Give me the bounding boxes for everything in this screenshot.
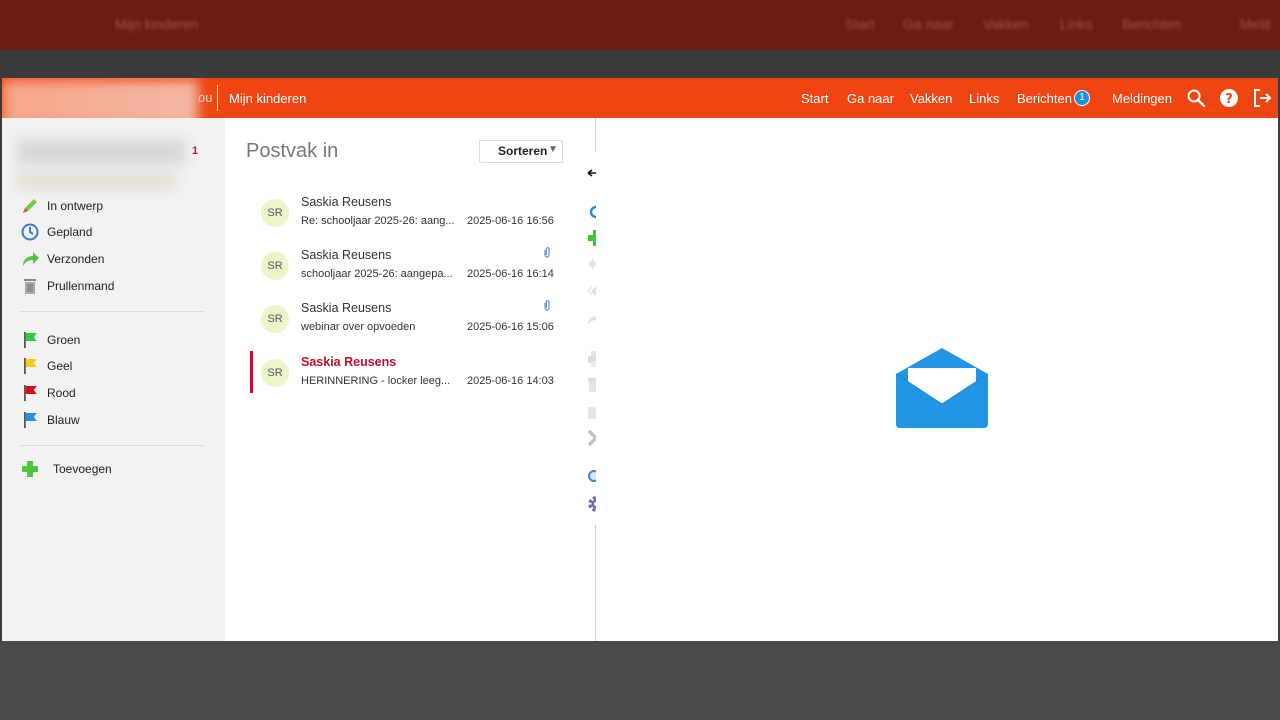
avatar: SR <box>261 359 289 387</box>
message-row[interactable]: SR Saskia Reusens webinar over opvoeden … <box>251 300 557 347</box>
flag-label: Geel <box>47 359 73 373</box>
top-navigation-bar: ou Mijn kinderen Start Ga naar Vakken Li… <box>2 78 1278 126</box>
message-subject: HERINNERING - locker leeg... <box>301 375 451 387</box>
message-row[interactable]: SR Saskia Reusens Re: schooljaar 2025-26… <box>251 195 557 241</box>
trash-icon <box>24 279 36 294</box>
blue-flag-icon <box>24 412 37 428</box>
folder-label: Verzonden <box>47 252 105 266</box>
message-subject: schooljaar 2025-26: aangepa... <box>301 268 453 280</box>
avatar: SR <box>261 305 289 333</box>
help-icon[interactable]: ? <box>1219 88 1239 108</box>
bg-nav-item: Vakken <box>983 16 1029 32</box>
nav-courses[interactable]: Vakken <box>910 91 952 106</box>
logo-text-tail: ou <box>198 90 213 105</box>
sort-dropdown[interactable]: Sorteren ▼ <box>479 140 563 163</box>
folder-label: Prullenmand <box>47 279 115 293</box>
avatar: SR <box>261 199 289 227</box>
search-icon[interactable] <box>1186 88 1206 108</box>
mail-app-window: ou Mijn kinderen Start Ga naar Vakken Li… <box>2 78 1278 641</box>
inbox-unread-count: 1 <box>192 145 199 157</box>
yellow-flag-icon <box>24 358 37 374</box>
mail-folders-sidebar: 1 In ontwerp Gepland Verzonden Prullenma… <box>2 118 225 641</box>
message-sender: Saskia Reusens <box>301 301 392 315</box>
plus-icon <box>22 461 38 477</box>
sent-arrow-icon <box>23 252 39 266</box>
message-date: 2025-06-16 15:06 <box>467 321 554 333</box>
message-sender: Saskia Reusens <box>301 248 392 262</box>
message-date: 2025-06-16 16:56 <box>467 215 554 227</box>
clock-icon <box>21 223 39 241</box>
page-title: Postvak in <box>246 140 339 162</box>
svg-text:?: ? <box>1225 92 1233 107</box>
flag-label: Groen <box>47 333 81 347</box>
message-row-unread[interactable]: SR Saskia Reusens HERINNERING - locker l… <box>250 351 557 401</box>
header-divider <box>217 85 218 111</box>
inbox-folder-blurred[interactable] <box>16 138 186 166</box>
nav-start[interactable]: Start <box>801 91 828 106</box>
logout-icon[interactable] <box>1252 88 1272 108</box>
bg-nav-item: Berichten <box>1122 16 1182 32</box>
sidebar-divider <box>20 445 204 446</box>
avatar: SR <box>261 252 289 280</box>
sort-label: Sorteren <box>498 144 548 158</box>
flag-label: Rood <box>47 386 76 400</box>
bg-nav-item: Meld <box>1240 16 1271 32</box>
background-overlay-bottom <box>0 641 1280 720</box>
nav-go-to[interactable]: Ga naar <box>847 91 894 106</box>
nav-messages[interactable]: Berichten <box>1017 91 1072 106</box>
message-sender: Saskia Reusens <box>301 355 397 369</box>
message-date: 2025-06-16 14:03 <box>467 375 554 387</box>
message-subject: webinar over opvoeden <box>301 321 416 333</box>
empty-mail-envelope-icon <box>895 348 989 428</box>
background-blurred-header: Mijn kinderen Start Ga naar Vakken Links… <box>0 0 1280 50</box>
green-flag-icon <box>24 332 37 348</box>
chevron-down-icon: ▼ <box>548 144 558 155</box>
sidebar-divider <box>20 311 204 312</box>
nav-links[interactable]: Links <box>969 91 999 106</box>
bg-nav-item: Start <box>845 16 875 32</box>
messages-count-badge: 1 <box>1074 90 1090 106</box>
red-flag-icon <box>24 385 37 401</box>
bg-nav-item: Links <box>1060 16 1093 32</box>
attachment-icon <box>544 300 550 311</box>
folder-label: In ontwerp <box>47 199 104 213</box>
attachment-icon <box>544 247 550 258</box>
add-folder-label: Toevoegen <box>53 462 112 476</box>
folder-label: Gepland <box>47 225 93 239</box>
flag-label: Blauw <box>47 413 80 427</box>
message-preview-pane <box>596 118 1278 641</box>
folder-blurred[interactable] <box>16 173 176 189</box>
pencil-icon <box>23 199 37 213</box>
message-row[interactable]: SR Saskia Reusens schooljaar 2025-26: aa… <box>251 247 557 294</box>
unread-indicator <box>250 351 253 393</box>
message-date: 2025-06-16 16:14 <box>467 268 554 280</box>
message-sender: Saskia Reusens <box>301 195 392 209</box>
my-children-link[interactable]: Mijn kinderen <box>229 91 306 106</box>
bg-nav-item: Mijn kinderen <box>115 16 199 32</box>
bg-nav-item: Ga naar <box>903 16 954 32</box>
message-list-panel: Postvak in Sorteren ▼ SR Saskia Reusens … <box>225 118 593 641</box>
message-subject: Re: schooljaar 2025-26: aang... <box>301 215 455 227</box>
nav-notifications[interactable]: Meldingen <box>1112 91 1172 106</box>
